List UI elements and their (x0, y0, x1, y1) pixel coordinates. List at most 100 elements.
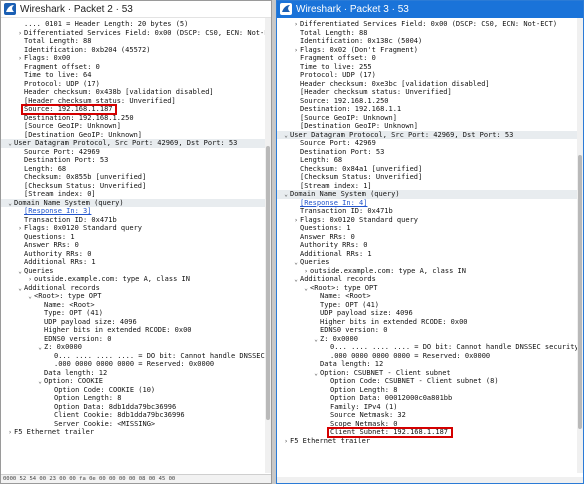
tree-row[interactable]: [Response In: 4] (277, 199, 583, 208)
protocol-header-row[interactable]: ⌄ User Datagram Protocol, Src Port: 42969… (277, 130, 583, 139)
tree-row[interactable]: .000 0000 0000 0000 = Reserved: 0x0000 (1, 360, 271, 369)
tree-row[interactable]: ⌄ Option: CSUBNET - Client subnet (277, 369, 583, 378)
expand-arrow-icon[interactable]: › (282, 438, 290, 447)
tree-row[interactable]: Checksum: 0x855b [unverified] (1, 173, 271, 182)
tree-row[interactable]: ⌄ <Root>: type OPT (1, 292, 271, 301)
tree-row[interactable]: › Flags: 0x02 (Don't Fragment) (277, 46, 583, 55)
tree-row[interactable]: Transaction ID: 0x471b (1, 216, 271, 225)
tree-row[interactable]: Questions: 1 (277, 224, 583, 233)
tree-row[interactable]: › outside.example.com: type A, class IN (1, 275, 271, 284)
tree-row[interactable]: Fragment offset: 0 (1, 63, 271, 72)
tree-row[interactable]: Destination Port: 53 (277, 148, 583, 157)
scrollbar-thumb[interactable] (578, 155, 582, 430)
tree-row[interactable]: [Destination GeoIP: Unknown] (1, 131, 271, 140)
tree-row[interactable]: Type: OPT (41) (1, 309, 271, 318)
tree-row[interactable]: Total Length: 88 (1, 37, 271, 46)
tree-row[interactable]: Questions: 1 (1, 233, 271, 242)
tree-row[interactable]: Scope Netmask: 0 (277, 420, 583, 429)
tree-row[interactable]: Fragment offset: 0 (277, 54, 583, 63)
tree-row[interactable]: Source Port: 42969 (1, 148, 271, 157)
tree-row[interactable]: EDNS0 version: 0 (277, 326, 583, 335)
tree-row[interactable]: › Flags: 0x00 (1, 54, 271, 63)
tree-row[interactable]: [Checksum Status: Unverified] (277, 173, 583, 182)
tree-row[interactable]: [Source GeoIP: Unknown] (1, 122, 271, 131)
tree-row[interactable]: Source: 192.168.1.250 (277, 97, 583, 106)
protocol-header-row[interactable]: ⌄ Domain Name System (query) (1, 198, 271, 207)
tree-row[interactable]: [Source GeoIP: Unknown] (277, 114, 583, 123)
tree-row[interactable]: Higher bits in extended RCODE: 0x00 (277, 318, 583, 327)
tree-row[interactable]: Name: <Root> (1, 301, 271, 310)
tree-row[interactable]: › Flags: 0x0120 Standard query (277, 216, 583, 225)
expand-arrow-icon[interactable]: › (6, 429, 14, 438)
frame-link[interactable]: [Response In: 3] (24, 207, 91, 215)
tree-row[interactable]: ⌄ Queries (1, 267, 271, 276)
protocol-header-row[interactable]: ⌄ Domain Name System (query) (277, 190, 583, 199)
tree-row[interactable]: › F5 Ethernet trailer (277, 437, 583, 446)
tree-row[interactable]: Type: OPT (41) (277, 301, 583, 310)
tree-row[interactable]: Client Subnet: 192.168.1.187 (277, 428, 583, 437)
tree-row[interactable]: Time to live: 255 (277, 63, 583, 72)
tree-row[interactable]: ⌄ Z: 0x0000 (277, 335, 583, 344)
tree-row[interactable]: Option Length: 8 (277, 386, 583, 395)
tree-row[interactable]: .000 0000 0000 0000 = Reserved: 0x0000 (277, 352, 583, 361)
tree-row[interactable]: Option Code: COOKIE (10) (1, 386, 271, 395)
tree-row[interactable]: Higher bits in extended RCODE: 0x00 (1, 326, 271, 335)
tree-row[interactable]: Destination: 192.168.1.250 (1, 114, 271, 123)
tree-row[interactable]: [Stream index: 0] (1, 190, 271, 199)
tree-row[interactable]: ⌄ Queries (277, 258, 583, 267)
tree-row[interactable]: ⌄ Z: 0x0000 (1, 343, 271, 352)
tree-row[interactable]: 0... .... .... .... = DO bit: Cannot han… (1, 352, 271, 361)
tree-row[interactable]: Protocol: UDP (17) (1, 80, 271, 89)
protocol-header-row[interactable]: ⌄ User Datagram Protocol, Src Port: 42969… (1, 139, 271, 148)
tree-row[interactable]: Additional RRs: 1 (1, 258, 271, 267)
tree-row[interactable]: Destination Port: 53 (1, 156, 271, 165)
tree-row[interactable]: Answer RRs: 0 (277, 233, 583, 242)
tree-row[interactable]: Option Length: 8 (1, 394, 271, 403)
tree-row[interactable]: Authority RRs: 0 (1, 250, 271, 259)
tree-row[interactable]: › F5 Ethernet trailer (1, 428, 271, 437)
tree-row[interactable]: Checksum: 0x84a1 [unverified] (277, 165, 583, 174)
tree-row[interactable]: Identification: 0x138c (5004) (277, 37, 583, 46)
tree-row[interactable]: › Differentiated Services Field: 0x00 (DS… (277, 20, 583, 29)
tree-row[interactable]: Server Cookie: <MISSING> (1, 420, 271, 429)
tree-row[interactable]: [Header checksum status: Unverified] (277, 88, 583, 97)
tree-row[interactable]: Header checksum: 0xe3bc [validation disa… (277, 80, 583, 89)
tree-row[interactable]: Data length: 12 (277, 360, 583, 369)
tree-row[interactable]: ⌄ Additional records (1, 284, 271, 293)
tree-row[interactable]: Source Netmask: 32 (277, 411, 583, 420)
tree-row[interactable]: Source: 192.168.1.187 (1, 105, 271, 114)
packet-details-tree[interactable]: › Differentiated Services Field: 0x00 (DS… (277, 18, 583, 445)
tree-row[interactable]: Data length: 12 (1, 369, 271, 378)
tree-row[interactable]: [Checksum Status: Unverified] (1, 182, 271, 191)
tree-row[interactable]: UDP payload size: 4096 (1, 318, 271, 327)
window-titlebar[interactable]: Wireshark · Packet 3 · 53 (277, 1, 583, 18)
tree-row[interactable]: ⌄ Additional records (277, 275, 583, 284)
tree-row[interactable]: Time to live: 64 (1, 71, 271, 80)
tree-row[interactable]: Total Length: 88 (277, 29, 583, 38)
tree-row[interactable]: Length: 68 (1, 165, 271, 174)
tree-row[interactable]: ⌄ Option: COOKIE (1, 377, 271, 386)
tree-row[interactable]: Additional RRs: 1 (277, 250, 583, 259)
window-titlebar[interactable]: Wireshark · Packet 2 · 53 (1, 1, 271, 18)
tree-row[interactable]: Authority RRs: 0 (277, 241, 583, 250)
frame-link[interactable]: [Response In: 4] (300, 199, 367, 207)
scrollbar-thumb[interactable] (266, 145, 270, 421)
tree-row[interactable]: › Flags: 0x0120 Standard query (1, 224, 271, 233)
tree-row[interactable]: Name: <Root> (277, 292, 583, 301)
tree-row[interactable]: Transaction ID: 0x471b (277, 207, 583, 216)
tree-row[interactable]: › Differentiated Services Field: 0x00 (DS… (1, 29, 271, 38)
tree-row[interactable]: 0... .... .... .... = DO bit: Cannot han… (277, 343, 583, 352)
tree-row[interactable]: Client Cookie: 8db1dda79bc36996 (1, 411, 271, 420)
tree-row[interactable]: EDNS0 version: 0 (1, 335, 271, 344)
tree-row[interactable]: [Response In: 3] (1, 207, 271, 216)
tree-row[interactable]: Header checksum: 0x438b [validation disa… (1, 88, 271, 97)
vertical-scrollbar[interactable] (577, 18, 583, 473)
tree-row[interactable]: Option Code: CSUBNET - Client subnet (8) (277, 377, 583, 386)
tree-row[interactable]: Protocol: UDP (17) (277, 71, 583, 80)
tree-row[interactable]: Source Port: 42969 (277, 139, 583, 148)
tree-row[interactable]: UDP payload size: 4096 (277, 309, 583, 318)
tree-row[interactable]: Length: 68 (277, 156, 583, 165)
tree-row[interactable]: .... 0101 = Header Length: 20 bytes (5) (1, 20, 271, 29)
hex-bytes-pane[interactable]: 0000 52 54 00 23 00 00 fa 0e 00 00 00 00… (1, 474, 271, 483)
tree-row[interactable]: [Destination GeoIP: Unknown] (277, 122, 583, 131)
